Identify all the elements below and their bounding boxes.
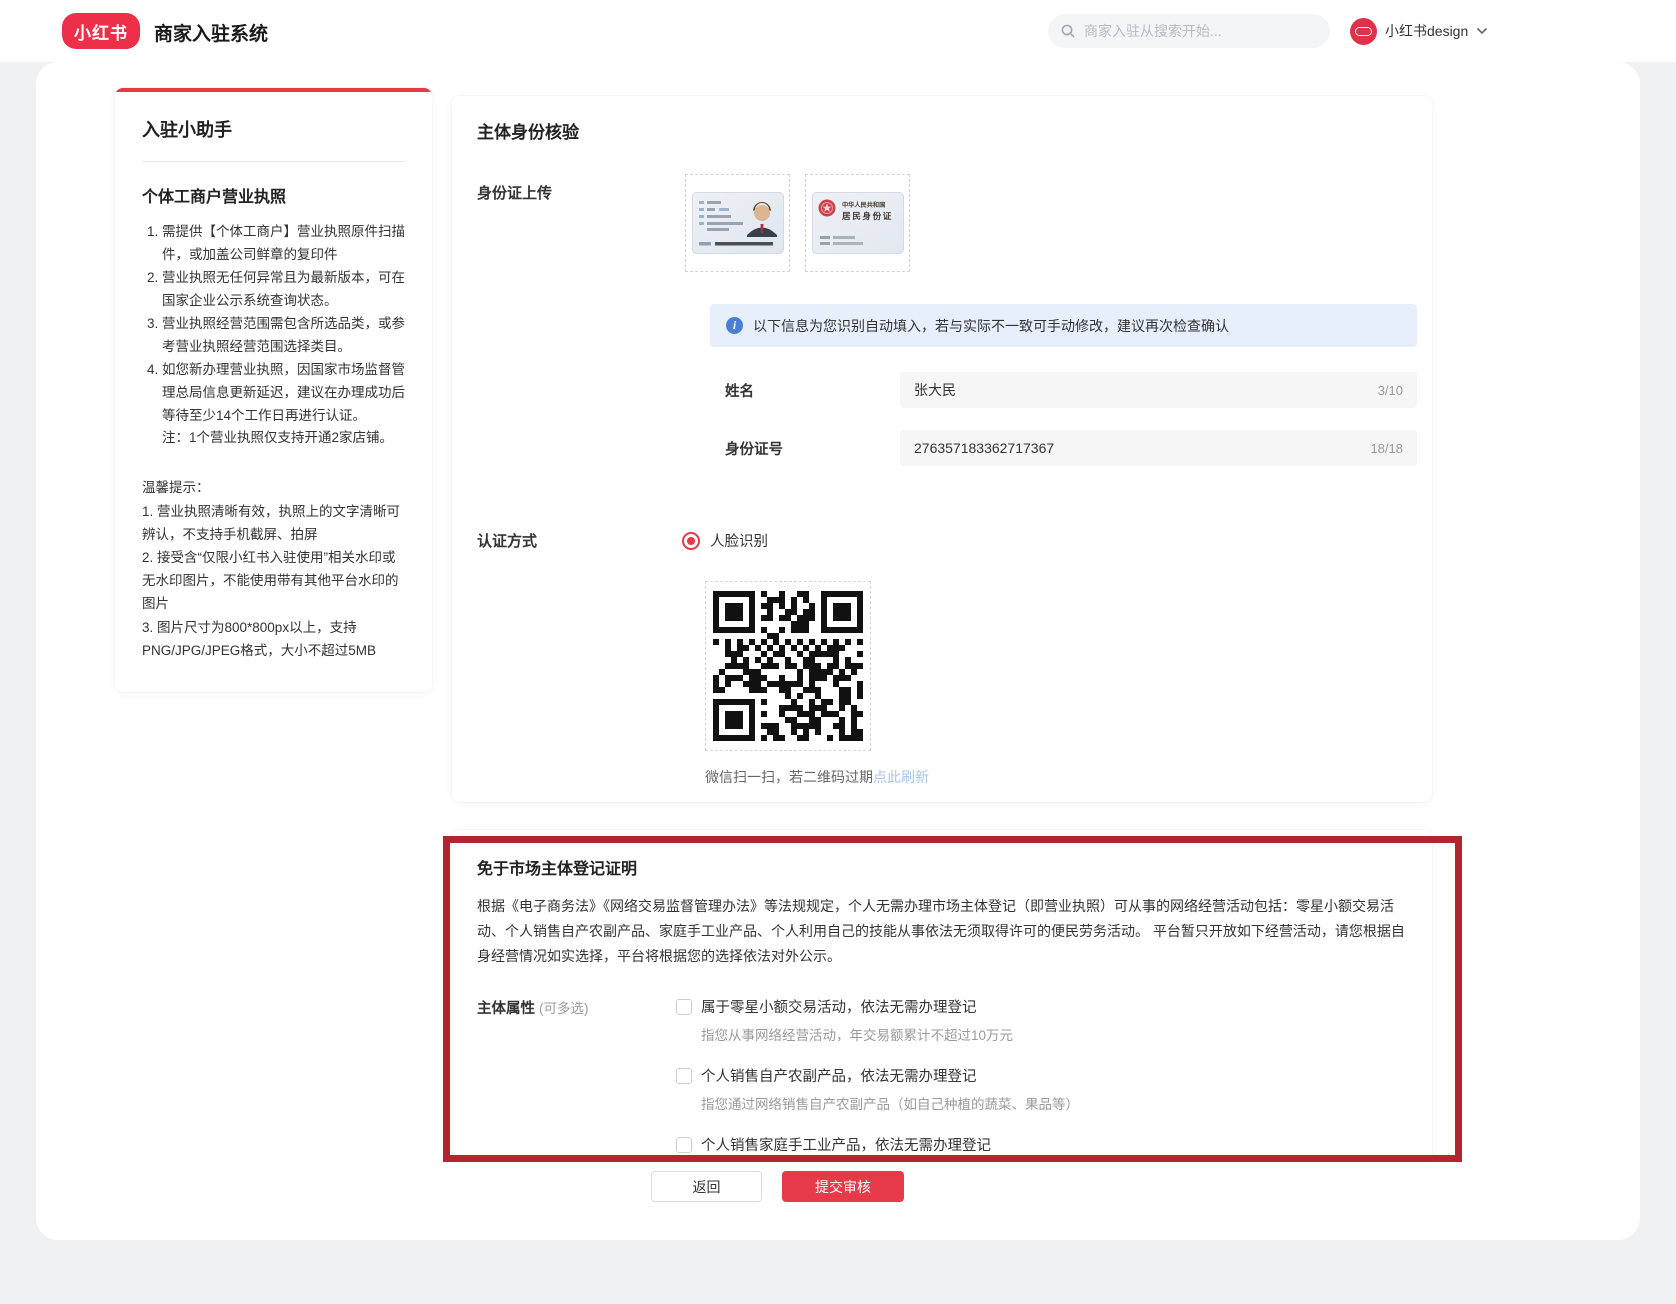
chevron-down-icon [1476, 27, 1488, 35]
avatar [1350, 18, 1377, 45]
id-number-field-row: 身份证号 18/18 [710, 430, 1417, 466]
option-farm-products: 个人销售自产农副产品，依法无需办理登记 指您通过网络销售自产农副产品（如自己种植… [676, 1065, 1079, 1113]
search-icon [1060, 23, 1076, 39]
id-card-back-image: 中华人民共和国 居民身份证 [812, 192, 904, 254]
name-char-counter: 3/10 [1378, 383, 1403, 398]
refresh-qr-link[interactable]: 点此刷新 [873, 769, 929, 785]
license-note: 注：1个营业执照仅支持开通2家店铺。 [162, 427, 405, 450]
global-search[interactable] [1048, 14, 1330, 48]
main-panel: 入驻小助手 个体工商户营业执照 需提供【个体工商户】营业执照原件扫描件，或加盖公… [36, 62, 1640, 1240]
identity-verification-card: 主体身份核验 身份证上传 [452, 96, 1432, 802]
ocr-info-banner: i 以下信息为您识别自动填入，若与实际不一致可手动修改，建议再次检查确认 [710, 304, 1417, 347]
list-item: 如您新办理营业执照，因国家市场监督管理总局信息更新延迟，建议在办理成功后等待至少… [162, 359, 405, 428]
name-field[interactable]: 3/10 [900, 372, 1417, 408]
onboarding-helper-card: 入驻小助手 个体工商户营业执照 需提供【个体工商户】营业执照原件扫描件，或加盖公… [115, 88, 432, 692]
option-handicraft-products: 个人销售家庭手工业产品，依法无需办理登记 指您通过网络销售家庭手工业产品（如自己… [676, 1134, 1079, 1160]
identity-section-title: 主体身份核验 [477, 118, 1392, 143]
search-input[interactable] [1084, 23, 1318, 39]
name-field-row: 姓名 3/10 [710, 372, 1417, 408]
tips-block: 温馨提示： 1. 营业执照清晰有效，执照上的文字清晰可辨认，不支持手机截屏、拍屏… [142, 476, 405, 662]
exemption-card: 免于市场主体登记证明 根据《电子商务法》《网络交易监督管理办法》等法规规定，个人… [452, 830, 1432, 1160]
sidebar-title: 入驻小助手 [142, 116, 405, 142]
face-recognition-radio[interactable]: 人脸识别 [682, 530, 768, 551]
attribute-options: 属于零星小额交易活动，依法无需办理登记 指您从事网络经营活动，年交易额累计不超过… [676, 996, 1079, 1160]
exemption-title: 免于市场主体登记证明 [477, 855, 1387, 879]
auth-method-row: 认证方式 人脸识别 [477, 530, 1392, 551]
exemption-description: 根据《电子商务法》《网络交易监督管理办法》等法规规定，个人无需办理市场主体登记（… [477, 894, 1412, 969]
tip-item: 1. 营业执照清晰有效，执照上的文字清晰可辨认，不支持手机截屏、拍屏 [142, 500, 405, 546]
id-card-front-upload[interactable] [685, 174, 790, 272]
sidebar-section-title: 个体工商户营业执照 [142, 183, 405, 207]
id-number-field-label: 身份证号 [725, 438, 900, 459]
entity-attribute-row: 主体属性 (可多选) 属于零星小额交易活动，依法无需办理登记 指您从事网络经营活… [477, 996, 1387, 1160]
checkbox-icon[interactable] [676, 1137, 692, 1153]
footer-actions: 返回 提交审核 [651, 1171, 904, 1202]
id-card-back-upload[interactable]: 中华人民共和国 居民身份证 [805, 174, 910, 272]
wechat-qr-box [705, 581, 871, 751]
name-field-label: 姓名 [725, 380, 900, 401]
name-input[interactable] [914, 382, 1378, 398]
submit-review-button[interactable]: 提交审核 [782, 1171, 904, 1202]
license-instruction-list: 需提供【个体工商户】营业执照原件扫描件，或加盖公司鲜章的复印件 营业执照无任何异… [142, 221, 405, 427]
id-number-field[interactable]: 18/18 [900, 430, 1417, 466]
back-button[interactable]: 返回 [651, 1171, 762, 1202]
xiaohongshu-logo[interactable]: 小红书 [62, 13, 140, 49]
face-recognition-label: 人脸识别 [710, 530, 768, 551]
option-row[interactable]: 属于零星小额交易活动，依法无需办理登记 [676, 996, 1079, 1017]
id-back-country-text: 中华人民共和国 [842, 201, 885, 209]
user-name: 小红书design [1385, 21, 1468, 41]
multi-select-hint: (可多选) [539, 1001, 589, 1016]
id-card-front-image [692, 192, 784, 254]
id-char-counter: 18/18 [1370, 441, 1403, 456]
logo-text: 小红书 [74, 19, 128, 44]
option-row[interactable]: 个人销售自产农副产品，依法无需办理登记 [676, 1065, 1079, 1086]
avatar-logo-mark [1355, 27, 1372, 36]
top-bar: 小红书 商家入驻系统 小红书design [0, 0, 1676, 62]
checkbox-icon[interactable] [676, 1068, 692, 1084]
tip-item: 3. 图片尺寸为800*800px以上，支持PNG/JPG/JPEG格式，大小不… [142, 616, 405, 662]
qr-caption: 微信扫一扫，若二维码过期点此刷新 [705, 767, 1392, 787]
id-number-input[interactable] [914, 440, 1370, 456]
radio-icon[interactable] [682, 532, 700, 550]
list-item: 营业执照无任何异常且为最新版本，可在国家企业公示系统查询状态。 [162, 267, 405, 313]
list-item: 需提供【个体工商户】营业执照原件扫描件，或加盖公司鲜章的复印件 [162, 221, 405, 267]
option-row[interactable]: 个人销售家庭手工业产品，依法无需办理登记 [676, 1134, 1079, 1155]
app-title: 商家入驻系统 [154, 19, 268, 46]
info-icon: i [726, 317, 743, 334]
tips-title: 温馨提示： [142, 476, 405, 499]
id-back-title-text: 居民身份证 [842, 210, 893, 221]
ocr-info-text: 以下信息为您识别自动填入，若与实际不一致可手动修改，建议再次检查确认 [753, 316, 1229, 336]
entity-attribute-label: 主体属性 (可多选) [477, 996, 676, 1160]
user-menu[interactable]: 小红书design [1350, 14, 1488, 48]
id-upload-label: 身份证上传 [477, 174, 685, 272]
id-upload-row: 身份证上传 [477, 174, 1392, 272]
option-small-transactions: 属于零星小额交易活动，依法无需办理登记 指您从事网络经营活动，年交易额累计不超过… [676, 996, 1079, 1044]
checkbox-icon[interactable] [676, 999, 692, 1015]
divider [142, 161, 405, 162]
id-upload-slots: 中华人民共和国 居民身份证 [685, 174, 910, 272]
qr-code [713, 591, 863, 741]
list-item: 营业执照经营范围需包含所选品类，或参考营业执照经营范围选择类目。 [162, 313, 405, 359]
auth-method-label: 认证方式 [477, 530, 682, 551]
tip-item: 2. 接受含“仅限小红书入驻使用”相关水印或无水印图片，不能使用带有其他平台水印… [142, 546, 405, 616]
